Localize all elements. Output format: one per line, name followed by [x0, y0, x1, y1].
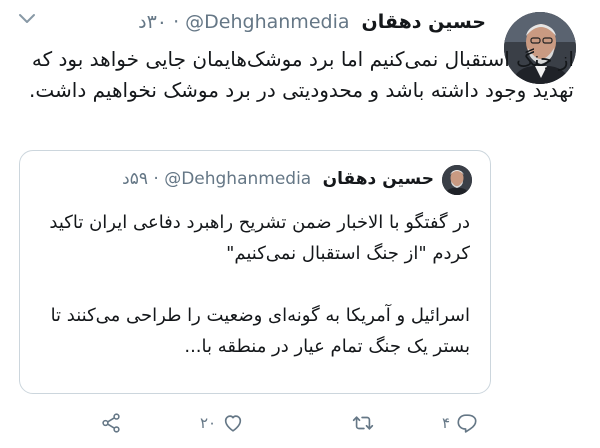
tweet-header: حسین دهقان @Dehghanmedia · ۳۰د [138, 8, 486, 36]
quoted-author-handle: @Dehghanmedia [164, 169, 312, 189]
author-handle[interactable]: @Dehghanmedia [185, 11, 349, 33]
retweet-button[interactable] [340, 408, 374, 438]
reply-button[interactable]: ۴ [436, 408, 478, 438]
quoted-tweet[interactable]: حسین دهقان @Dehghanmedia · ۵۹د در گفتگو … [19, 150, 491, 394]
share-icon [102, 413, 120, 433]
quoted-author-name: حسین دهقان [322, 169, 434, 189]
like-count: ۲۰ [200, 414, 217, 432]
tweet: حسین دهقان @Dehghanmedia · ۳۰د از جنگ اس… [0, 0, 600, 448]
quoted-paragraph-1: در گفتگو با الاخبار ضمن تشریح راهبرد دفا… [49, 212, 470, 264]
quoted-time: ۵۹د [122, 169, 148, 189]
like-icon [224, 415, 242, 432]
quoted-separator-dot: · [153, 169, 159, 189]
quoted-text: در گفتگو با الاخبار ضمن تشریح راهبرد دفا… [30, 207, 470, 362]
action-bar: ۴ ۲۰ [0, 408, 600, 438]
share-button[interactable] [100, 408, 122, 438]
like-button[interactable]: ۲۰ [194, 408, 244, 438]
separator-dot: · [173, 11, 180, 33]
quoted-paragraph-2: اسرائیل و آمریکا به گونه‌ای وضعیت را طرا… [50, 305, 470, 357]
tweet-text: از جنگ استقبال نمی‌کنیم اما برد موشک‌های… [29, 47, 574, 102]
reply-icon [457, 414, 477, 433]
chevron-down-icon[interactable] [18, 12, 36, 26]
tweet-time[interactable]: ۳۰د [138, 11, 167, 33]
author-name[interactable]: حسین دهقان [362, 11, 486, 33]
retweet-icon [352, 416, 374, 430]
quoted-avatar [442, 165, 472, 195]
reply-count: ۴ [442, 414, 451, 432]
quoted-header: حسین دهقان @Dehghanmedia · ۵۹د [122, 166, 434, 192]
